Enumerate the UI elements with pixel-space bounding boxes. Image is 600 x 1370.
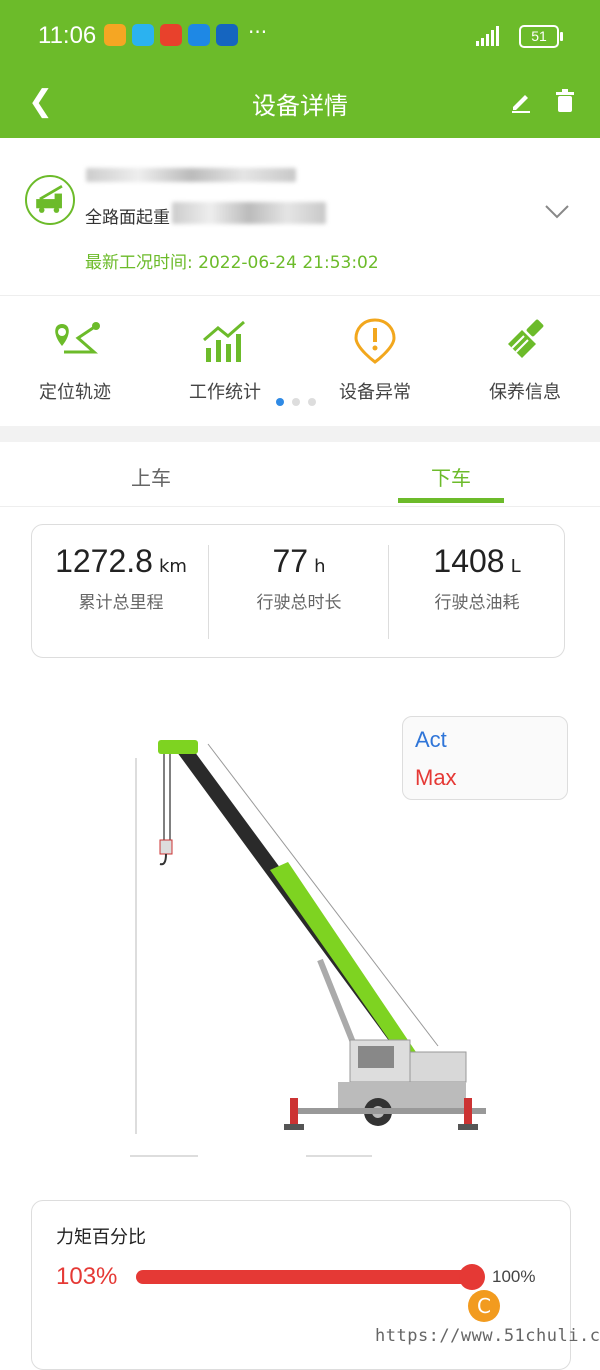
tab-bar: 上车 下车 xyxy=(0,442,600,507)
device-serial-redacted xyxy=(172,202,326,224)
signal-icon xyxy=(476,24,499,46)
torque-progress-fill xyxy=(136,1270,472,1284)
torque-progress-knob xyxy=(458,1264,485,1290)
section-separator xyxy=(0,426,600,442)
quick-work-stats[interactable]: 工作统计 xyxy=(150,318,300,404)
device-name-redacted xyxy=(86,168,296,182)
latest-status-time: 最新工况时间: 2022-06-24 21:53:02 xyxy=(85,253,379,273)
battery-icon: 51 xyxy=(519,25,563,48)
stat-mileage: 1272.8 km 累计总里程 xyxy=(32,543,210,613)
torque-progress-track xyxy=(136,1264,485,1290)
legend-max: Max xyxy=(415,765,457,790)
device-card[interactable]: 全路面起重 最新工况时间: 2022-06-24 21:53:02 xyxy=(0,138,600,296)
page-indicator xyxy=(276,398,316,406)
stat-label: 行驶总时长 xyxy=(256,593,342,613)
torque-max-label: 100% xyxy=(492,1267,536,1286)
legend-act: Act xyxy=(415,727,447,752)
stat-fuel: 1408 L 行驶总油耗 xyxy=(388,543,566,613)
location-track-icon xyxy=(55,322,100,354)
stat-label: 累计总里程 xyxy=(78,593,164,613)
browser-icon xyxy=(188,24,210,46)
bar-chart-icon xyxy=(203,320,245,362)
page-dot xyxy=(308,398,316,406)
watermark-logo: C xyxy=(468,1290,500,1322)
more-notifications: ··· xyxy=(248,20,268,44)
device-type: 全路面起重 xyxy=(85,208,170,228)
nav-bar: ❮ 设备详情 xyxy=(0,72,600,134)
stat-value: 77 xyxy=(272,543,309,579)
quick-label: 设备异常 xyxy=(339,382,411,403)
torque-title: 力矩百分比 xyxy=(56,1227,146,1248)
quick-maintenance[interactable]: 保养信息 xyxy=(450,318,600,404)
chevron-down-icon[interactable] xyxy=(544,204,570,220)
tab-underline xyxy=(398,498,504,503)
page-dot-active xyxy=(276,398,284,406)
stat-label: 行驶总油耗 xyxy=(434,593,520,613)
trash-icon[interactable] xyxy=(552,88,578,114)
brush-icon xyxy=(508,319,544,358)
status-time: 11:06 xyxy=(38,22,97,49)
quick-actions: 定位轨迹 工作统计 设备异常 保养信息 xyxy=(0,296,600,426)
stats-card: 1272.8 km 累计总里程 77 h 行驶总时长 1408 L 行驶总油耗 xyxy=(31,524,565,658)
tab-upper[interactable]: 上车 xyxy=(76,462,226,491)
stat-unit: km xyxy=(158,556,187,577)
stat-duration: 77 h 行驶总时长 xyxy=(210,543,388,613)
stat-value: 1408 xyxy=(433,543,505,579)
edit-icon[interactable] xyxy=(508,88,534,114)
quick-label: 保养信息 xyxy=(489,382,561,403)
quick-device-abnormal[interactable]: 设备异常 xyxy=(300,318,450,404)
warning-pin-icon xyxy=(354,318,396,364)
stat-unit: L xyxy=(510,556,521,577)
watermark-url: https://www.51chuli.com xyxy=(375,1326,600,1346)
quick-label: 定位轨迹 xyxy=(39,382,111,403)
weibo-icon xyxy=(104,24,126,46)
tab-lower[interactable]: 下车 xyxy=(376,462,526,491)
status-bar: 11:06 ··· 51 xyxy=(0,0,600,72)
stat-value: 1272.8 xyxy=(55,543,153,579)
chat-icon xyxy=(132,24,154,46)
stat-unit: h xyxy=(314,556,326,577)
notification-icons xyxy=(104,24,238,46)
crane-truck-icon xyxy=(25,175,75,225)
page-dot xyxy=(292,398,300,406)
shop-icon xyxy=(160,24,182,46)
telegram-icon xyxy=(216,24,238,46)
divider xyxy=(208,545,209,639)
crane-legend: Act Max xyxy=(402,716,568,800)
torque-value: 103% xyxy=(56,1263,118,1290)
quick-location-track[interactable]: 定位轨迹 xyxy=(0,318,150,404)
